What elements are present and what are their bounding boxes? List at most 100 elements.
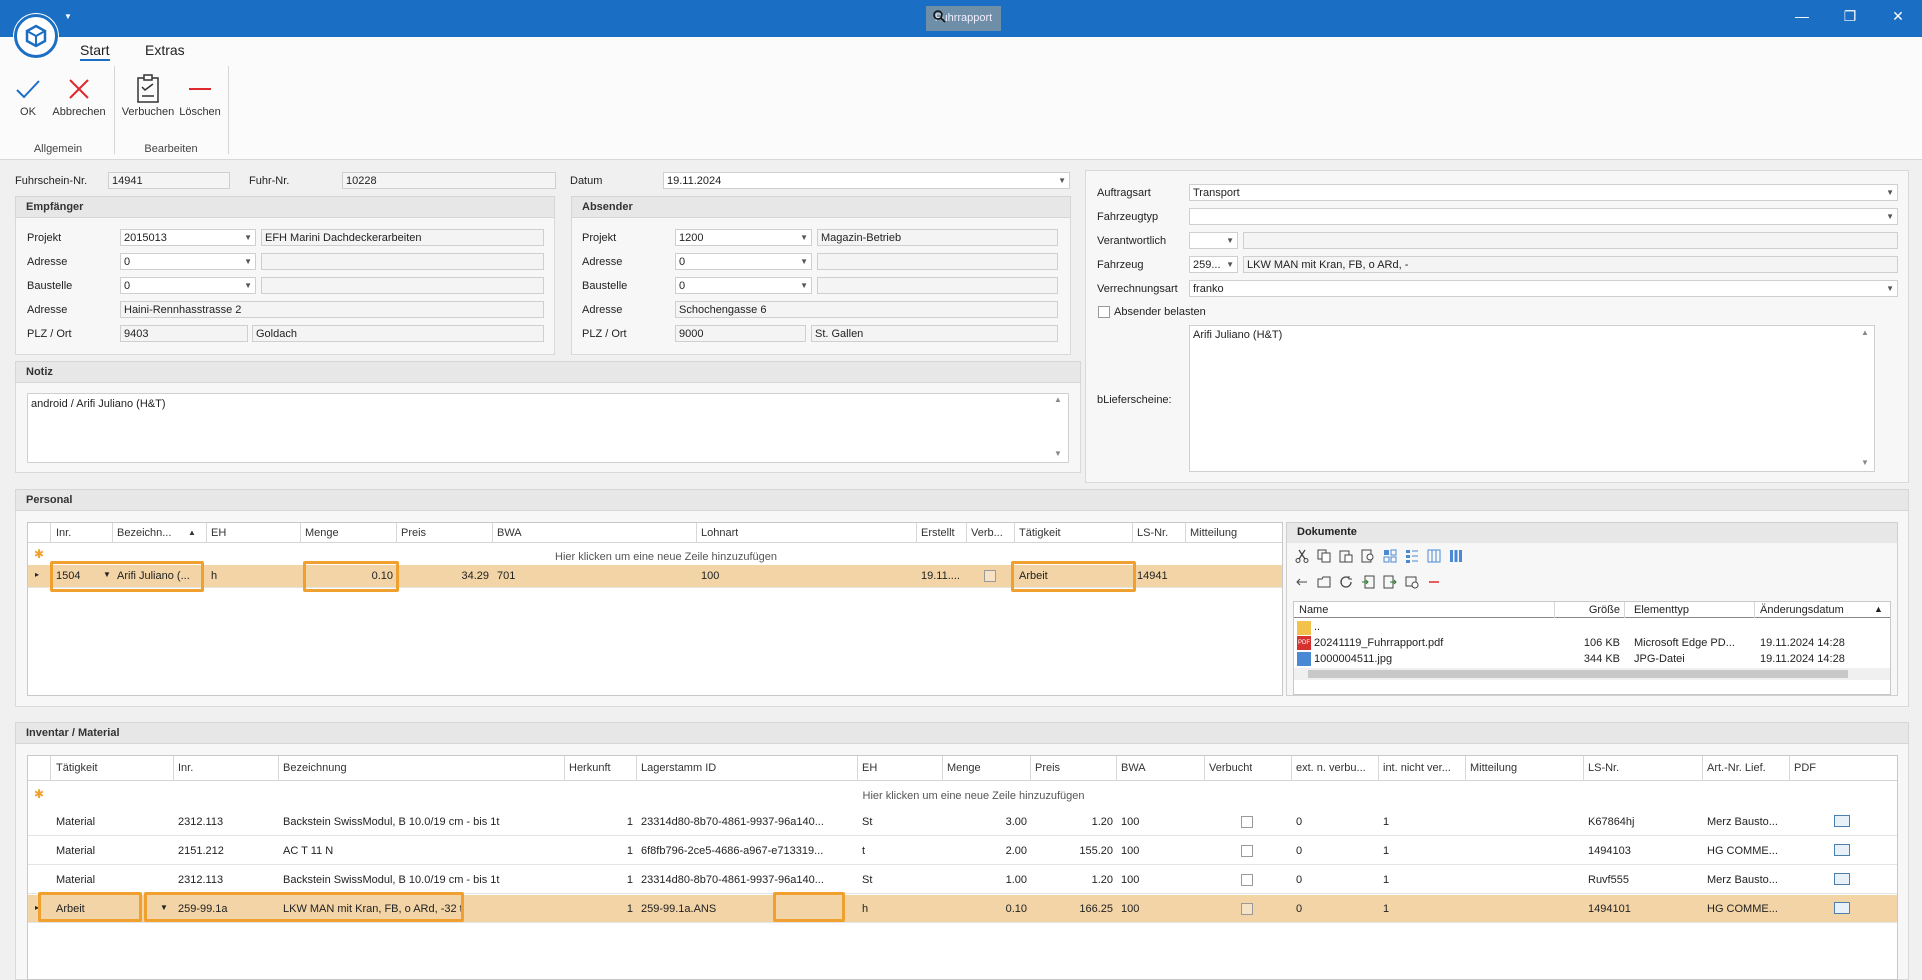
col-verbucht[interactable]: Verb... bbox=[971, 527, 1003, 539]
notiz-textarea[interactable]: android / Arifi Juliano (H&T) bbox=[27, 393, 1069, 463]
verbucht-checkbox[interactable] bbox=[1241, 845, 1253, 857]
cell-preis[interactable]: 166.25 bbox=[1035, 903, 1113, 915]
cell-preis[interactable]: 1.20 bbox=[1035, 874, 1113, 886]
cell-eh[interactable]: t bbox=[862, 845, 942, 857]
empf-baustelle-combo[interactable]: 0 ▼ bbox=[120, 277, 256, 294]
fuhr-field[interactable]: 10228 bbox=[342, 172, 556, 189]
view-tiles-icon[interactable] bbox=[1449, 549, 1463, 563]
empf-projekt-combo[interactable]: 2015013 ▼ bbox=[120, 229, 256, 246]
folder-up-icon[interactable] bbox=[1317, 575, 1331, 589]
chevron-down-icon[interactable]: ▼ bbox=[800, 279, 808, 293]
fahrzeugtyp-combo[interactable]: ▼ bbox=[1189, 208, 1898, 225]
col-pdf[interactable]: PDF bbox=[1794, 762, 1816, 774]
col-menge[interactable]: Menge bbox=[947, 762, 981, 774]
copy-icon[interactable] bbox=[1317, 549, 1331, 563]
fuhrschein-field[interactable]: 14941 bbox=[108, 172, 230, 189]
abs-plz-field[interactable]: 9000 bbox=[675, 325, 806, 342]
chevron-down-icon[interactable]: ▼ bbox=[1226, 234, 1234, 248]
pdf-image-icon[interactable] bbox=[1834, 873, 1850, 885]
file-name[interactable]: 20241119_Fuhrrapport.pdf bbox=[1314, 637, 1443, 649]
chevron-down-icon[interactable]: ▼ bbox=[244, 255, 252, 269]
scroll-up-icon[interactable]: ▲ bbox=[1054, 395, 1062, 404]
col-bwa[interactable]: BWA bbox=[497, 527, 522, 539]
cell-art[interactable]: HG COMME... bbox=[1707, 845, 1787, 857]
pdf-image-icon[interactable] bbox=[1834, 844, 1850, 856]
cell-eh[interactable]: h bbox=[862, 903, 942, 915]
tab-start[interactable]: Start bbox=[80, 42, 110, 61]
cell-int[interactable]: 1 bbox=[1383, 903, 1463, 915]
col-inr[interactable]: Inr. bbox=[178, 762, 193, 774]
verbucht-checkbox[interactable] bbox=[1241, 903, 1253, 915]
col-taetigkeit[interactable]: Tätigkeit bbox=[1019, 527, 1061, 539]
cell-menge[interactable]: 0.10 bbox=[947, 903, 1027, 915]
col-erstellt[interactable]: Erstellt bbox=[921, 527, 955, 539]
chevron-down-icon[interactable]: ▼ bbox=[1058, 174, 1066, 188]
back-arrow-icon[interactable] bbox=[1295, 575, 1309, 589]
table-row[interactable]: Material 2312.113 Backstein SwissModul, B … bbox=[28, 866, 1897, 894]
cell-art[interactable]: Merz Bausto... bbox=[1707, 874, 1787, 886]
verantwortlich-combo[interactable]: ▼ bbox=[1189, 232, 1238, 249]
cell-ls-nr[interactable]: 14941 bbox=[1137, 570, 1168, 582]
cell-herk[interactable]: 1 bbox=[569, 874, 633, 886]
cell-inr[interactable]: 2151.212 bbox=[178, 845, 278, 857]
cell-ls[interactable]: 1494101 bbox=[1588, 903, 1698, 915]
import-icon[interactable] bbox=[1361, 575, 1375, 589]
view-list-icon[interactable] bbox=[1405, 549, 1419, 563]
col-preis[interactable]: Preis bbox=[401, 527, 426, 539]
col-art-nr[interactable]: Art.-Nr. Lief. bbox=[1707, 762, 1766, 774]
col-menge[interactable]: Menge bbox=[305, 527, 339, 539]
col-taetigkeit[interactable]: Tätigkeit bbox=[56, 762, 98, 774]
cell-ext[interactable]: 0 bbox=[1296, 816, 1376, 828]
cell-bwa[interactable]: 100 bbox=[1121, 874, 1201, 886]
inventar-new-row[interactable]: Hier klicken um eine neue Zeile hinzuzuf… bbox=[50, 790, 1897, 802]
cell-t[interactable]: Material bbox=[56, 874, 166, 886]
pdf-image-icon[interactable] bbox=[1834, 815, 1850, 827]
cell-bez[interactable]: Backstein SwissModul, B 10.0/19 cm - bis… bbox=[283, 816, 561, 828]
abs-ort-field[interactable]: St. Gallen bbox=[811, 325, 1058, 342]
col-bezeichnung[interactable]: Bezeichnung bbox=[283, 762, 347, 774]
remove-minus-icon[interactable] bbox=[1427, 575, 1441, 589]
empf-plz-field[interactable]: 9403 bbox=[120, 325, 248, 342]
cell-herk[interactable]: 1 bbox=[569, 816, 633, 828]
cell-ls[interactable]: 1494103 bbox=[1588, 845, 1698, 857]
col-preis[interactable]: Preis bbox=[1035, 762, 1060, 774]
scroll-down-icon[interactable]: ▼ bbox=[1861, 458, 1869, 467]
cell-menge[interactable]: 1.00 bbox=[947, 874, 1027, 886]
paste-icon[interactable] bbox=[1339, 549, 1353, 563]
find-icon[interactable] bbox=[1361, 549, 1375, 563]
tab-extras[interactable]: Extras bbox=[145, 42, 185, 58]
col-int[interactable]: int. nicht ver... bbox=[1383, 762, 1463, 774]
col-herkunft[interactable]: Herkunft bbox=[569, 762, 611, 774]
chevron-down-icon[interactable]: ▼ bbox=[800, 255, 808, 269]
app-logo-icon[interactable] bbox=[14, 14, 58, 58]
chevron-down-icon[interactable]: ▼ bbox=[1886, 282, 1894, 296]
restore-button[interactable]: ❐ bbox=[1830, 8, 1870, 25]
verbucht-checkbox[interactable] bbox=[1241, 816, 1253, 828]
col-eh[interactable]: EH bbox=[862, 762, 877, 774]
cell-lag[interactable]: 6f8fb796-2ce5-4686-a967-e713319... bbox=[641, 845, 853, 857]
chevron-down-icon[interactable]: ▼ bbox=[1886, 186, 1894, 200]
scrollbar-thumb[interactable] bbox=[1308, 670, 1848, 678]
col-mitteilung[interactable]: Mitteilung bbox=[1190, 527, 1237, 539]
cell-eh[interactable]: h bbox=[211, 570, 217, 582]
fahrzeug-combo[interactable]: 259... ▼ bbox=[1189, 256, 1238, 273]
absender-belasten-checkbox[interactable] bbox=[1098, 306, 1110, 318]
abs-baustelle-combo[interactable]: 0 ▼ bbox=[675, 277, 812, 294]
abs-adresse-combo[interactable]: 0 ▼ bbox=[675, 253, 812, 270]
close-button[interactable]: ✕ bbox=[1878, 8, 1918, 25]
book-button[interactable]: Verbuchen bbox=[120, 72, 176, 118]
cell-lag[interactable]: 23314d80-8b70-4861-9937-96a140... bbox=[641, 874, 853, 886]
col-name[interactable]: Name bbox=[1299, 604, 1328, 616]
refresh-icon[interactable] bbox=[1339, 575, 1353, 589]
cell-preis[interactable]: 1.20 bbox=[1035, 816, 1113, 828]
col-eh[interactable]: EH bbox=[211, 527, 226, 539]
chevron-down-icon[interactable]: ▼ bbox=[800, 231, 808, 245]
col-ls-nr[interactable]: LS-Nr. bbox=[1588, 762, 1619, 774]
lieferscheine-textarea[interactable]: Arifi Juliano (H&T) bbox=[1189, 325, 1875, 472]
cell-bwa[interactable]: 701 bbox=[497, 570, 515, 582]
auftragsart-combo[interactable]: Transport ▼ bbox=[1189, 184, 1898, 201]
empf-adresse-field[interactable]: Haini-Rennhasstrasse 2 bbox=[120, 301, 544, 318]
cell-herk[interactable]: 1 bbox=[569, 845, 633, 857]
export-icon[interactable] bbox=[1383, 575, 1397, 589]
cell-eh[interactable]: St bbox=[862, 874, 942, 886]
